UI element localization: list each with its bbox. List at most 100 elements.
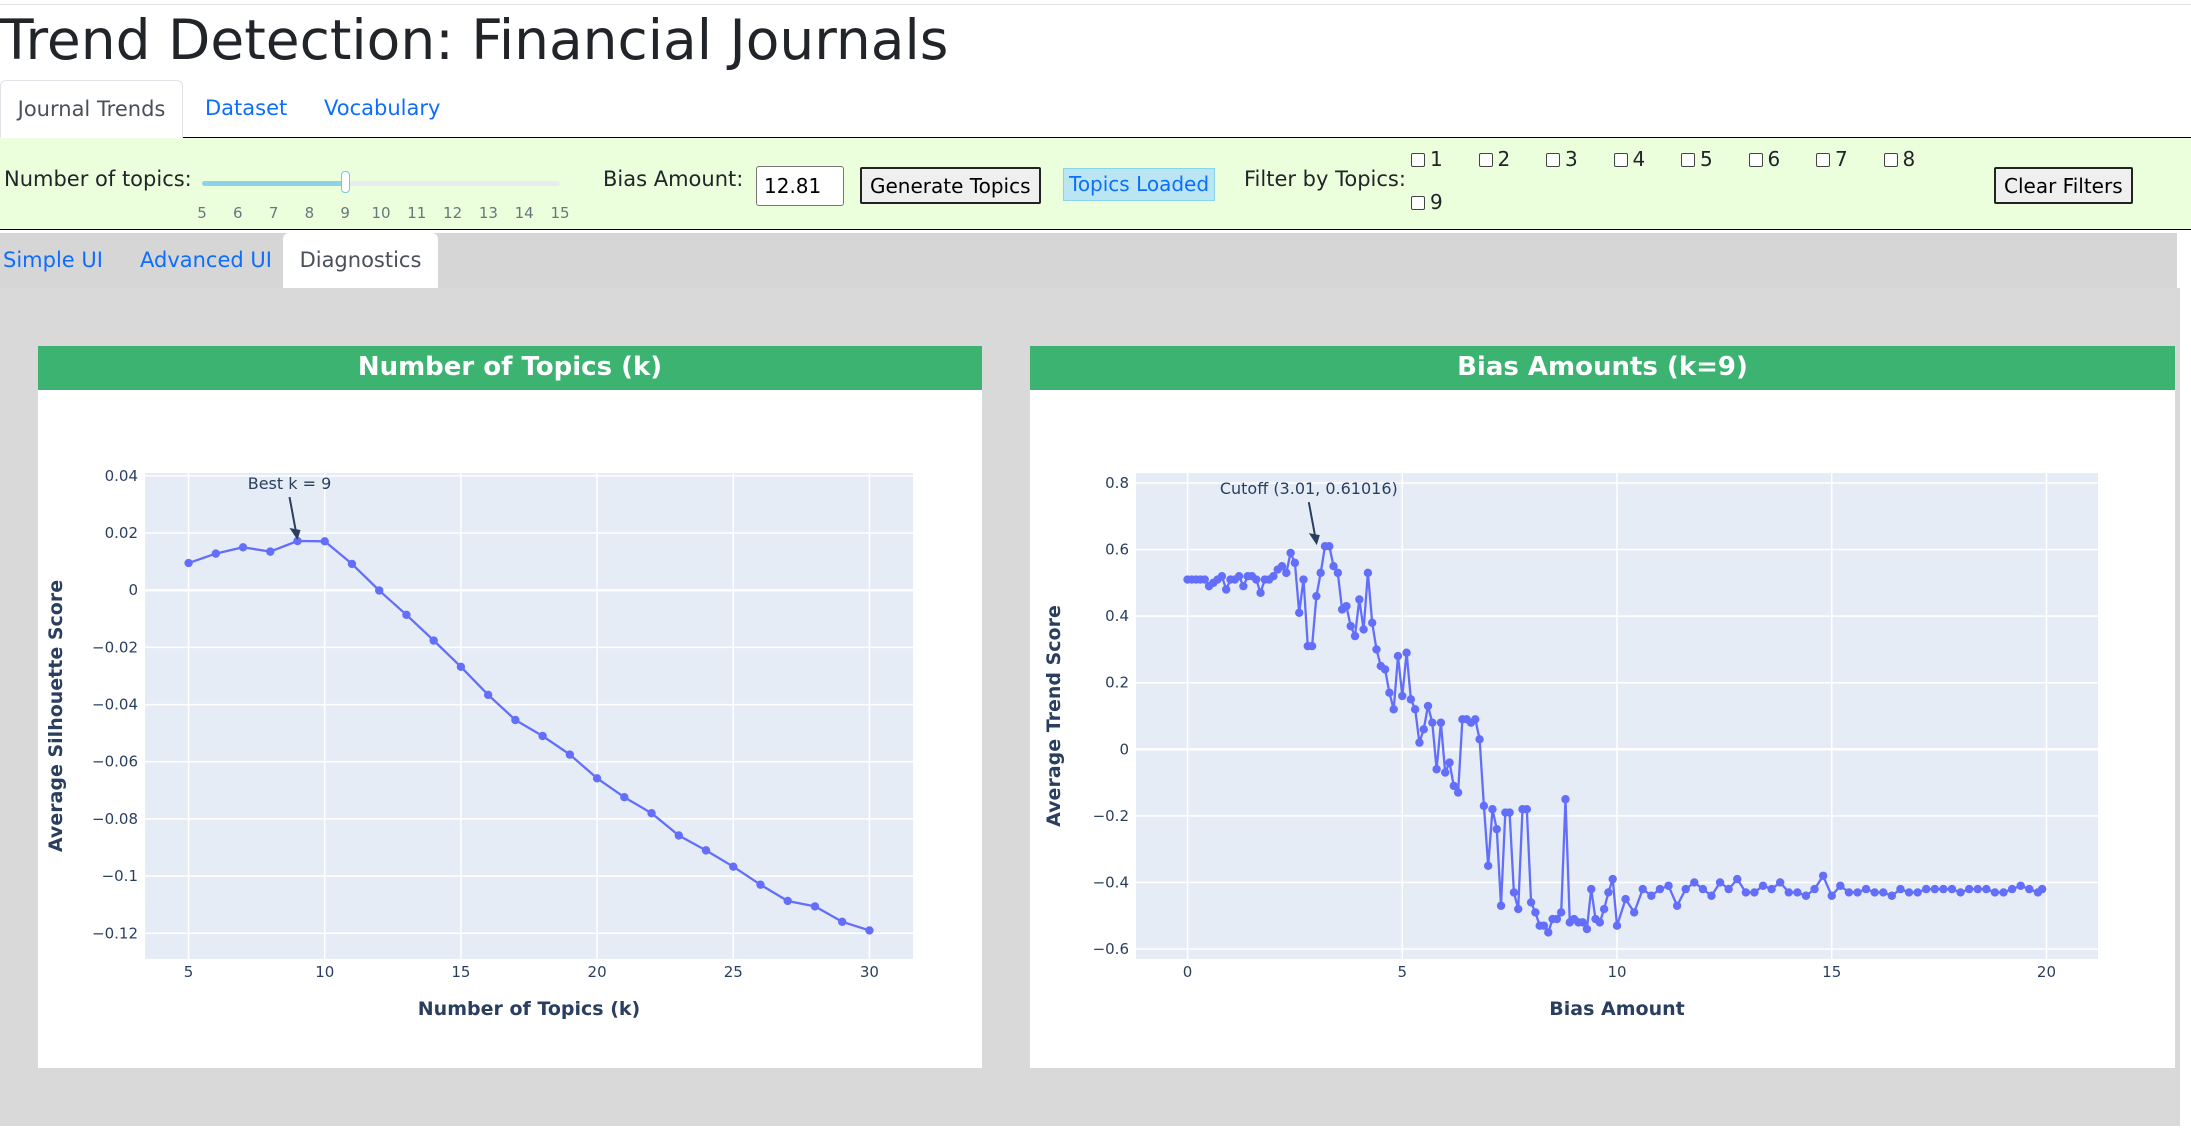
topic-filter-checkbox[interactable] bbox=[1883, 153, 1898, 167]
y-tick-label: 0.02 bbox=[105, 524, 138, 542]
slider-tick-label: 15 bbox=[550, 204, 570, 222]
data-point bbox=[1818, 871, 1828, 880]
topic-filter-1[interactable]: 1 bbox=[1411, 147, 1443, 171]
data-point bbox=[2037, 884, 2047, 894]
data-point bbox=[1556, 908, 1566, 917]
topic-filter-5[interactable]: 5 bbox=[1681, 147, 1713, 171]
y-tick-label: −0.02 bbox=[92, 638, 138, 656]
topic-filter-6[interactable]: 6 bbox=[1748, 147, 1780, 171]
plot-area bbox=[145, 473, 913, 959]
data-point bbox=[1741, 888, 1751, 897]
data-point bbox=[1775, 878, 1785, 887]
data-point bbox=[2016, 881, 2025, 890]
data-point bbox=[837, 917, 847, 927]
data-point bbox=[1587, 884, 1596, 894]
data-point bbox=[1964, 884, 1974, 894]
x-tick-label: 15 bbox=[451, 963, 470, 981]
y-axis-title: Average Trend Score bbox=[1043, 605, 1065, 827]
data-point bbox=[1724, 884, 1733, 894]
topic-filter-checkbox[interactable] bbox=[1411, 153, 1425, 167]
topics-slider-track[interactable] bbox=[202, 181, 560, 186]
tab-advanced-ui[interactable]: Advanced UI bbox=[140, 233, 272, 288]
y-tick-label: −0.6 bbox=[1093, 940, 1129, 958]
x-tick-label: 15 bbox=[1822, 963, 1841, 981]
topic-filter-checkbox[interactable] bbox=[1546, 153, 1560, 167]
topic-filter-7[interactable]: 7 bbox=[1816, 147, 1848, 171]
bias-chart-panel: Bias Amounts (k=9) 0 5 10 15 20 0.8 0.6 0.4 0.2 0… bbox=[1030, 346, 2175, 1068]
data-point bbox=[1402, 648, 1411, 657]
data-point bbox=[1363, 568, 1373, 578]
bias-amount-input[interactable] bbox=[756, 166, 844, 206]
data-point bbox=[1441, 768, 1450, 777]
topics-label: Number of topics: bbox=[4, 167, 192, 191]
y-axis-title: Average Silhouette Score bbox=[45, 580, 67, 852]
y-tick-label: −0.4 bbox=[1093, 873, 1129, 891]
topics-chart-panel: Number of Topics (k) 5 10 15 20 25 30 0.04 0.02… bbox=[38, 346, 982, 1068]
data-point bbox=[1784, 888, 1793, 897]
data-point bbox=[1844, 888, 1854, 897]
data-point bbox=[1655, 884, 1665, 894]
data-point bbox=[1810, 884, 1819, 894]
topic-filter-8[interactable]: 8 bbox=[1883, 147, 1915, 171]
data-point bbox=[1750, 888, 1759, 897]
data-point bbox=[1629, 908, 1639, 917]
slider-tick-label: 13 bbox=[478, 204, 498, 222]
topics-slider-fill bbox=[202, 181, 346, 186]
topic-filter-checkbox[interactable] bbox=[1411, 196, 1425, 210]
data-point bbox=[1496, 901, 1506, 910]
data-point bbox=[1561, 795, 1570, 804]
data-point bbox=[1393, 651, 1403, 661]
tab-vocabulary[interactable]: Vocabulary bbox=[324, 80, 440, 137]
topic-filter-checkbox[interactable] bbox=[1613, 153, 1628, 167]
data-point bbox=[1947, 884, 1957, 894]
tab-simple-ui[interactable]: Simple UI bbox=[3, 233, 103, 288]
generate-topics-button[interactable]: Generate Topics bbox=[860, 167, 1041, 204]
data-point bbox=[1368, 618, 1377, 627]
annotation-label: Best k = 9 bbox=[248, 474, 332, 493]
data-point bbox=[1514, 904, 1523, 914]
y-tick-label: 0.8 bbox=[1105, 474, 1129, 492]
data-point bbox=[1526, 898, 1536, 907]
y-tick-label: 0.6 bbox=[1105, 541, 1129, 559]
topic-filter-label: 2 bbox=[1497, 147, 1511, 171]
data-point bbox=[1239, 581, 1248, 591]
data-point bbox=[1299, 575, 1308, 584]
y-tick-label: 0.04 bbox=[105, 467, 138, 485]
tab-journal-trends[interactable]: Journal Trends bbox=[0, 80, 183, 138]
data-point bbox=[1290, 558, 1300, 568]
topic-filter-3[interactable]: 3 bbox=[1546, 147, 1578, 171]
data-point bbox=[1432, 765, 1441, 774]
page-title: Trend Detection: Financial Journals bbox=[0, 8, 949, 72]
top-border-line bbox=[0, 4, 2191, 5]
data-point bbox=[1294, 608, 1304, 618]
topic-filter-9[interactable]: 9 bbox=[1411, 190, 1443, 214]
data-point bbox=[1827, 891, 1836, 900]
data-point bbox=[1930, 884, 1940, 894]
slider-tick-label: 9 bbox=[340, 204, 350, 222]
clear-filters-button[interactable]: Clear Filters bbox=[1994, 167, 2133, 204]
topics-slider-handle[interactable] bbox=[341, 171, 351, 193]
data-point bbox=[1415, 738, 1424, 747]
data-point bbox=[1359, 625, 1368, 634]
tab-diagnostics[interactable]: Diagnostics bbox=[283, 233, 438, 288]
topic-filter-checkbox[interactable] bbox=[1478, 153, 1493, 167]
topic-filter-checkbox[interactable] bbox=[1748, 153, 1763, 167]
y-tick-label: 0.2 bbox=[1105, 674, 1129, 692]
x-tick-label: 5 bbox=[1397, 963, 1407, 981]
data-point bbox=[1217, 571, 1227, 581]
data-point bbox=[1479, 801, 1489, 811]
topic-filter-checkbox[interactable] bbox=[1681, 153, 1695, 167]
data-point bbox=[647, 809, 656, 818]
topic-filter-2[interactable]: 2 bbox=[1478, 147, 1511, 171]
slider-tick-label: 11 bbox=[407, 204, 427, 222]
topic-filter-4[interactable]: 4 bbox=[1613, 147, 1645, 171]
data-point bbox=[1488, 805, 1497, 814]
data-point bbox=[1715, 878, 1725, 887]
topic-filter-checkbox[interactable] bbox=[1816, 153, 1830, 167]
data-point bbox=[1999, 888, 2008, 897]
data-point bbox=[456, 662, 466, 672]
data-point bbox=[1853, 888, 1862, 897]
data-point bbox=[1380, 665, 1390, 674]
tab-dataset[interactable]: Dataset bbox=[205, 80, 287, 137]
data-point bbox=[1406, 695, 1416, 704]
